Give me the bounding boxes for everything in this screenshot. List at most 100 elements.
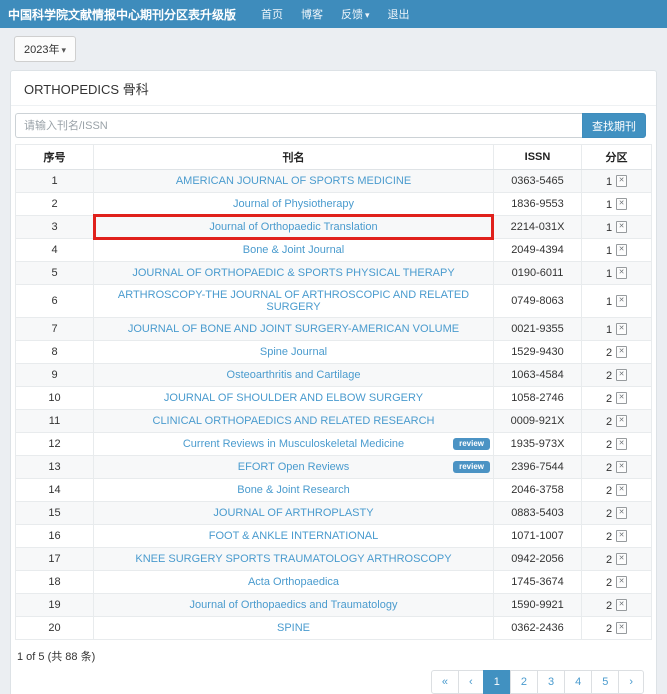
page-button[interactable]: 4 [564,670,592,694]
page-button[interactable]: ‹ [458,670,484,694]
nav-item-logout[interactable]: 退出 [388,6,410,22]
journal-table: 序号 刊名 ISSN 分区 1 AMERICAN JOURNAL OF SPOR… [15,144,652,640]
journal-link[interactable]: JOURNAL OF SHOULDER AND ELBOW SURGERY [164,392,423,404]
site-brand[interactable]: 中国科学院文献情报中心期刊分区表升级版 [8,6,236,23]
row-issn: 0883-5403 [494,502,582,525]
row-issn: 2046-3758 [494,479,582,502]
row-seq: 19 [16,594,94,617]
journal-link[interactable]: Journal of Orthopaedic Translation [209,221,377,233]
page-button[interactable]: « [431,670,459,694]
row-issn: 1836-9553 [494,193,582,216]
tier-number: 2 [606,554,612,566]
tier-number: 2 [606,600,612,612]
journal-link[interactable]: FOOT & ANKLE INTERNATIONAL [209,530,379,542]
journal-link[interactable]: Spine Journal [260,346,327,358]
table-row: 7 JOURNAL OF BONE AND JOINT SURGERY-AMER… [16,318,652,341]
table-row: 3 Journal of Orthopaedic Translation 221… [16,216,652,239]
journal-link[interactable]: KNEE SURGERY SPORTS TRAUMATOLOGY ARTHROS… [135,553,451,565]
page-button[interactable]: 1 [483,670,511,694]
table-row: 10 JOURNAL OF SHOULDER AND ELBOW SURGERY… [16,387,652,410]
row-name-cell: JOURNAL OF SHOULDER AND ELBOW SURGERY [94,387,494,410]
nav-item-feedback[interactable]: 反馈▾ [341,6,370,22]
row-issn: 0363-5465 [494,170,582,193]
row-name-cell: Current Reviews in Musculoskeletal Medic… [94,433,494,456]
broken-image-icon: ✕ [616,576,627,588]
year-dropdown-button[interactable]: 2023年▾ [14,36,76,62]
journal-link[interactable]: JOURNAL OF ARTHROPLASTY [213,507,373,519]
journal-link[interactable]: Current Reviews in Musculoskeletal Medic… [183,438,404,450]
page-button[interactable]: › [618,670,644,694]
review-badge: review [453,438,490,450]
broken-image-icon: ✕ [616,415,627,427]
row-tier: 2✕ [582,410,652,433]
broken-image-icon: ✕ [616,244,627,256]
tier-number: 2 [606,508,612,520]
journal-link[interactable]: Bone & Joint Journal [243,244,345,256]
tier-number: 1 [606,324,612,336]
journal-link[interactable]: AMERICAN JOURNAL OF SPORTS MEDICINE [176,175,411,187]
row-seq: 14 [16,479,94,502]
table-row: 13 EFORT Open Reviews review 2396-7544 2… [16,456,652,479]
table-row: 20 SPINE 0362-2436 2✕ [16,617,652,640]
page-button[interactable]: 2 [510,670,538,694]
journal-link[interactable]: JOURNAL OF ORTHOPAEDIC & SPORTS PHYSICAL… [132,267,454,279]
row-name-cell: SPINE [94,617,494,640]
journal-link[interactable]: JOURNAL OF BONE AND JOINT SURGERY-AMERIC… [128,323,459,335]
page-button[interactable]: 5 [591,670,619,694]
tier-number: 2 [606,439,612,451]
tier-number: 2 [606,485,612,497]
row-name-cell: FOOT & ANKLE INTERNATIONAL [94,525,494,548]
page-button[interactable]: 3 [537,670,565,694]
row-tier: 1✕ [582,285,652,318]
page-info: 1 of 5 (共 88 条) [11,640,656,666]
broken-image-icon: ✕ [616,267,627,279]
journal-link[interactable]: Osteoarthritis and Cartilage [227,369,361,381]
caret-down-icon: ▾ [365,10,370,20]
row-seq: 5 [16,262,94,285]
row-seq: 11 [16,410,94,433]
row-name-cell: Acta Orthopaedica [94,571,494,594]
journal-link[interactable]: Journal of Orthopaedics and Traumatology [190,599,398,611]
table-row: 11 CLINICAL ORTHOPAEDICS AND RELATED RES… [16,410,652,433]
nav-item-blog[interactable]: 博客 [301,6,323,22]
tier-number: 2 [606,531,612,543]
tier-number: 2 [606,416,612,428]
row-tier: 1✕ [582,193,652,216]
row-tier: 2✕ [582,364,652,387]
row-name-cell: Osteoarthritis and Cartilage [94,364,494,387]
row-name-cell: JOURNAL OF ORTHOPAEDIC & SPORTS PHYSICAL… [94,262,494,285]
table-row: 6 ARTHROSCOPY-THE JOURNAL OF ARTHROSCOPI… [16,285,652,318]
row-seq: 1 [16,170,94,193]
row-name-cell: Bone & Joint Research [94,479,494,502]
nav-item-home[interactable]: 首页 [261,6,283,22]
row-name-cell: Journal of Orthopaedic Translation [94,216,494,239]
row-tier: 2✕ [582,341,652,364]
nav-item-feedback-label: 反馈 [341,9,363,21]
row-issn: 1935-973X [494,433,582,456]
row-tier: 1✕ [582,318,652,341]
broken-image-icon: ✕ [616,295,627,307]
broken-image-icon: ✕ [616,369,627,381]
broken-image-icon: ✕ [616,175,627,187]
journal-link[interactable]: SPINE [277,622,310,634]
journal-link[interactable]: CLINICAL ORTHOPAEDICS AND RELATED RESEAR… [153,415,435,427]
journal-link[interactable]: EFORT Open Reviews [238,461,349,473]
journal-link[interactable]: Bone & Joint Research [237,484,350,496]
row-tier: 1✕ [582,170,652,193]
row-tier: 2✕ [582,433,652,456]
journal-link[interactable]: ARTHROSCOPY-THE JOURNAL OF ARTHROSCOPIC … [118,289,469,313]
tier-number: 2 [606,393,612,405]
journal-link[interactable]: Acta Orthopaedica [248,576,339,588]
row-seq: 3 [16,216,94,239]
table-row: 19 Journal of Orthopaedics and Traumatol… [16,594,652,617]
review-badge: review [453,461,490,473]
top-navbar: 中国科学院文献情报中心期刊分区表升级版 首页 博客 反馈▾ 退出 [0,0,667,28]
search-journal-button[interactable]: 查找期刊 [582,113,646,138]
row-tier: 2✕ [582,456,652,479]
row-issn: 2049-4394 [494,239,582,262]
journal-link[interactable]: Journal of Physiotherapy [233,198,354,210]
table-row: 9 Osteoarthritis and Cartilage 1063-4584… [16,364,652,387]
row-seq: 18 [16,571,94,594]
row-name-cell: Spine Journal [94,341,494,364]
search-input[interactable] [15,113,582,138]
